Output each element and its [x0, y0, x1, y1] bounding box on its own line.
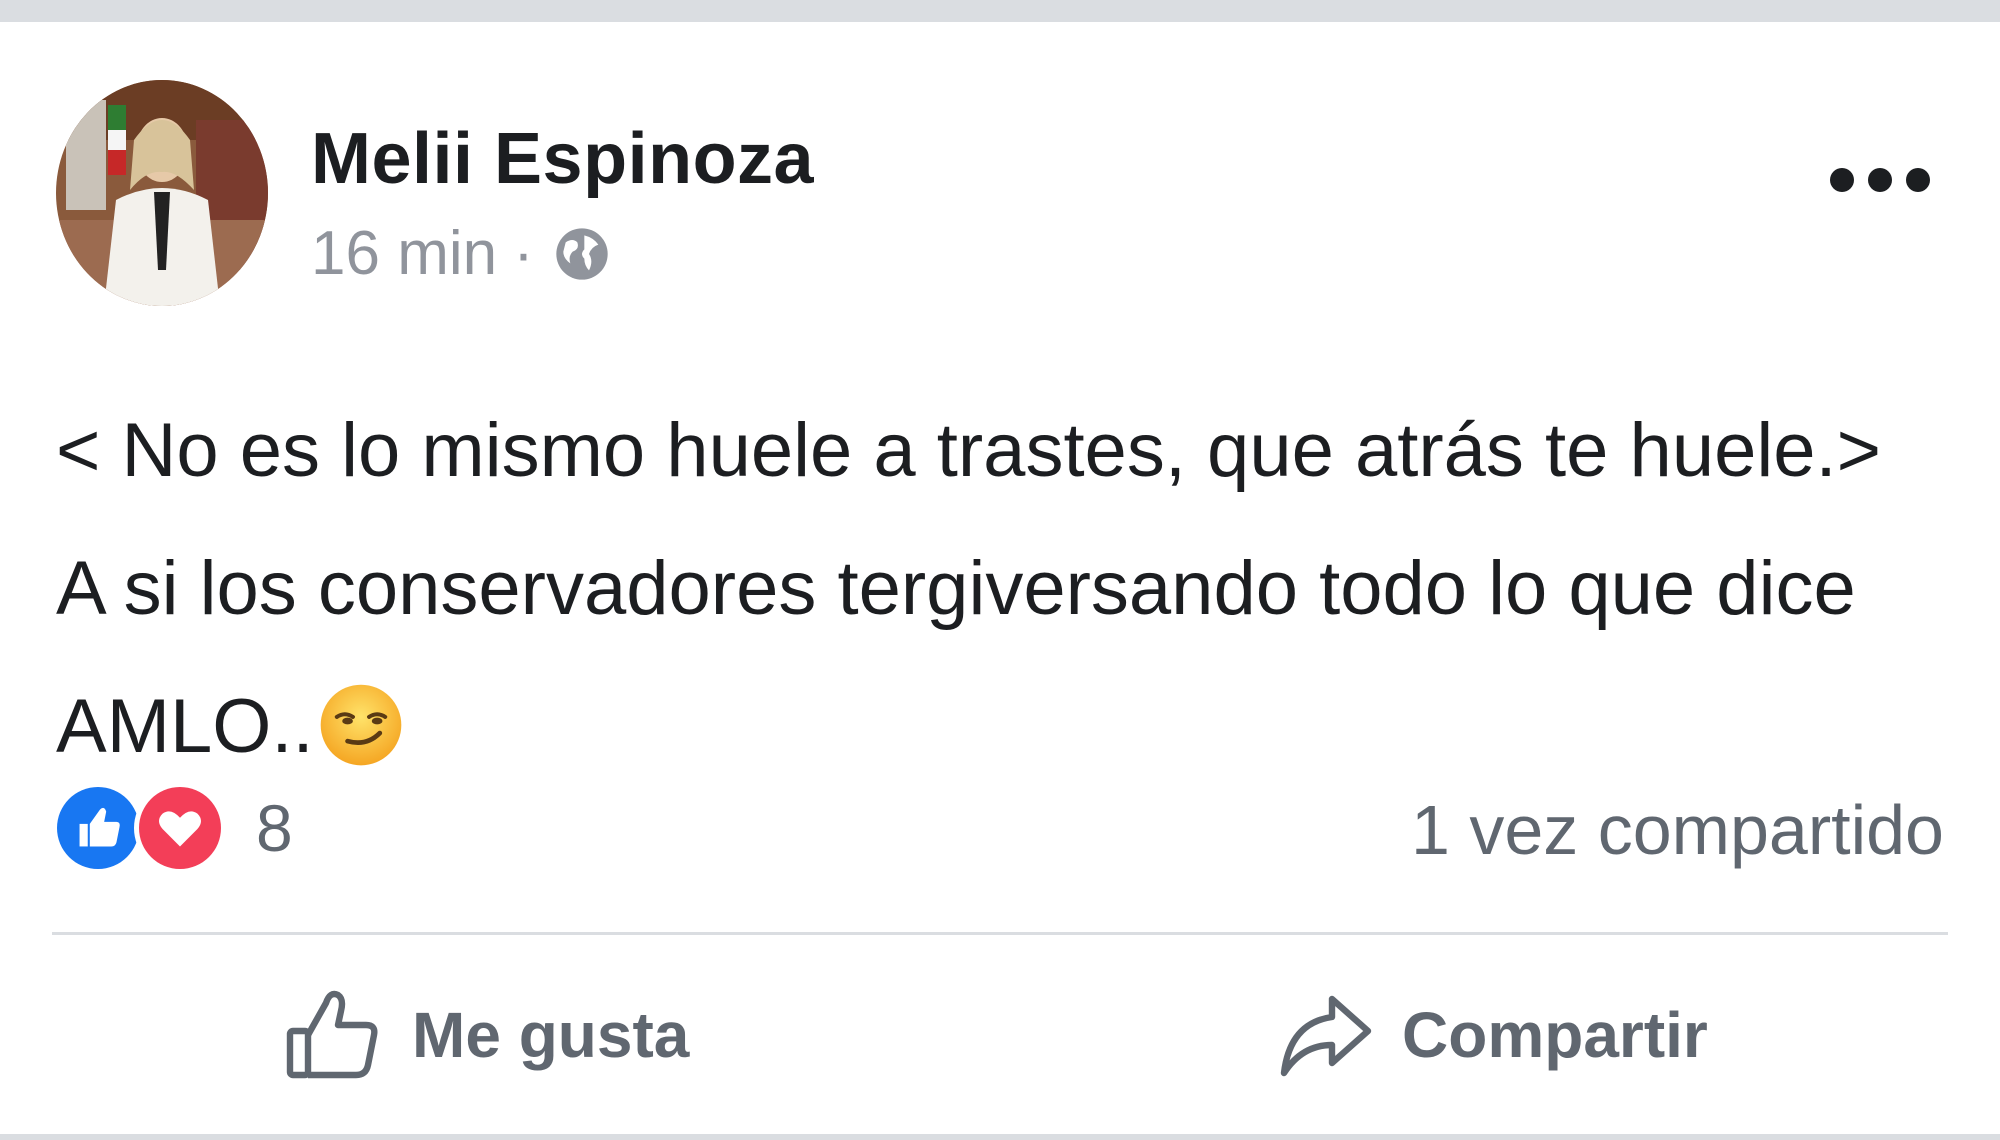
reaction-count: 8 — [256, 791, 293, 865]
author-name[interactable]: Melii Espinoza — [311, 118, 814, 200]
more-dot — [1830, 168, 1854, 192]
thumbs-up-icon — [282, 983, 386, 1087]
smirking-face-icon — [318, 682, 404, 768]
globe-icon[interactable] — [554, 226, 610, 282]
like-button[interactable]: Me gusta — [282, 970, 689, 1100]
love-reaction-icon — [134, 782, 226, 874]
more-dot — [1906, 168, 1930, 192]
share-arrow-icon — [1272, 983, 1376, 1087]
bottom-divider-bar — [0, 1134, 2000, 1140]
post-meta: 16 min · — [311, 218, 610, 289]
post-text-amlo: AMLO.. — [56, 684, 314, 769]
post-text-line-3: AMLO.. — [56, 658, 1956, 796]
reactions-summary[interactable]: 8 — [52, 782, 293, 874]
avatar[interactable] — [56, 80, 268, 306]
like-reaction-icon — [52, 782, 144, 874]
post-text-line-1: < No es lo mismo huele a trastes, que at… — [56, 408, 1882, 493]
share-button-label: Compartir — [1402, 999, 1708, 1071]
more-dot — [1868, 168, 1892, 192]
top-divider-bar — [0, 0, 2000, 22]
post-text-line-2: A si los conservadores tergiversando tod… — [56, 546, 1856, 631]
share-count[interactable]: 1 vez compartido — [1411, 790, 1944, 870]
meta-separator: · — [513, 219, 534, 288]
like-button-label: Me gusta — [412, 999, 690, 1071]
share-button[interactable]: Compartir — [1272, 970, 1708, 1100]
post-body: < No es lo mismo huele a trastes, que at… — [56, 382, 1956, 796]
post-time[interactable]: 16 min — [311, 218, 497, 289]
more-options-icon[interactable] — [1830, 158, 1930, 202]
divider — [52, 932, 1948, 935]
